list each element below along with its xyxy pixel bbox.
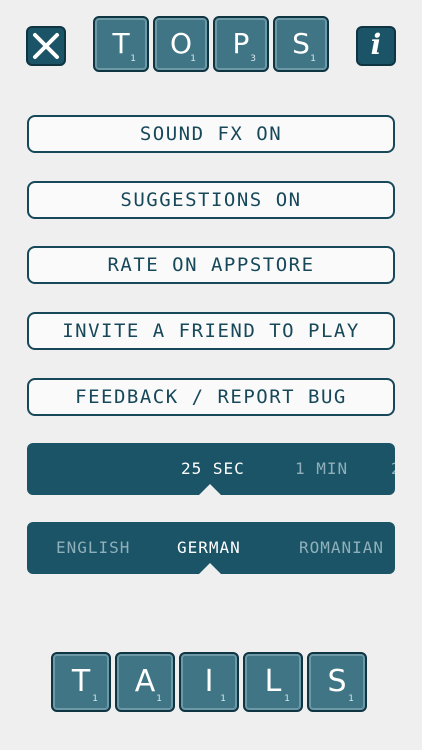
tile-letter: P (232, 27, 250, 60)
footer-tiles: T 1 A 1 I 1 L 1 S 1 (51, 652, 367, 712)
footer-tile: L 1 (243, 652, 303, 712)
tile-score: 1 (156, 694, 162, 704)
title-tile: P 3 (213, 16, 269, 72)
title-tiles: T 1 O 1 P 3 S 1 (93, 16, 329, 72)
tile-letter: S (292, 27, 310, 60)
selection-pointer-icon (199, 563, 221, 574)
title-tile: T 1 (93, 16, 149, 72)
tile-letter: L (264, 664, 282, 699)
tile-letter: O (169, 27, 193, 60)
tile-score: 1 (284, 694, 290, 704)
info-button[interactable]: i (356, 26, 396, 66)
footer-tile: S 1 (307, 652, 367, 712)
suggestions-toggle-button[interactable]: SUGGESTIONS ON (27, 181, 395, 219)
title-tile: S 1 (273, 16, 329, 72)
sound-fx-toggle-button[interactable]: SOUND FX ON (27, 115, 395, 153)
language-option[interactable]: ENGLISH (56, 522, 130, 574)
close-button[interactable] (26, 26, 66, 66)
footer-tile: T 1 (51, 652, 111, 712)
time-option[interactable]: 2 (391, 443, 395, 495)
invite-friend-button[interactable]: INVITE A FRIEND TO PLAY (27, 312, 395, 350)
title-tile: O 1 (153, 16, 209, 72)
tile-score: 1 (130, 54, 136, 64)
time-selector[interactable]: 25 SEC 1 MIN 2 (27, 443, 395, 495)
tile-score: 1 (92, 694, 98, 704)
close-x-icon (33, 33, 59, 59)
tile-score: 1 (310, 54, 316, 64)
rate-appstore-button[interactable]: RATE ON APPSTORE (27, 246, 395, 284)
tile-letter: T (112, 27, 130, 60)
time-option[interactable]: 1 MIN (295, 443, 348, 495)
selection-pointer-icon (199, 484, 221, 495)
tile-score: 3 (250, 54, 256, 64)
feedback-report-bug-button[interactable]: FEEDBACK / REPORT BUG (27, 378, 395, 416)
tile-score: 1 (348, 694, 354, 704)
tile-letter: T (71, 664, 91, 699)
footer-tile: I 1 (179, 652, 239, 712)
tile-letter: A (134, 664, 156, 699)
footer-tile: A 1 (115, 652, 175, 712)
info-icon: i (370, 28, 382, 61)
tile-letter: S (327, 664, 347, 699)
language-option[interactable]: ROMANIAN (299, 522, 384, 574)
tile-score: 1 (190, 54, 196, 64)
tile-score: 1 (220, 694, 226, 704)
tile-letter: I (204, 664, 214, 699)
language-selector[interactable]: ENGLISH GERMAN ROMANIAN (27, 522, 395, 574)
